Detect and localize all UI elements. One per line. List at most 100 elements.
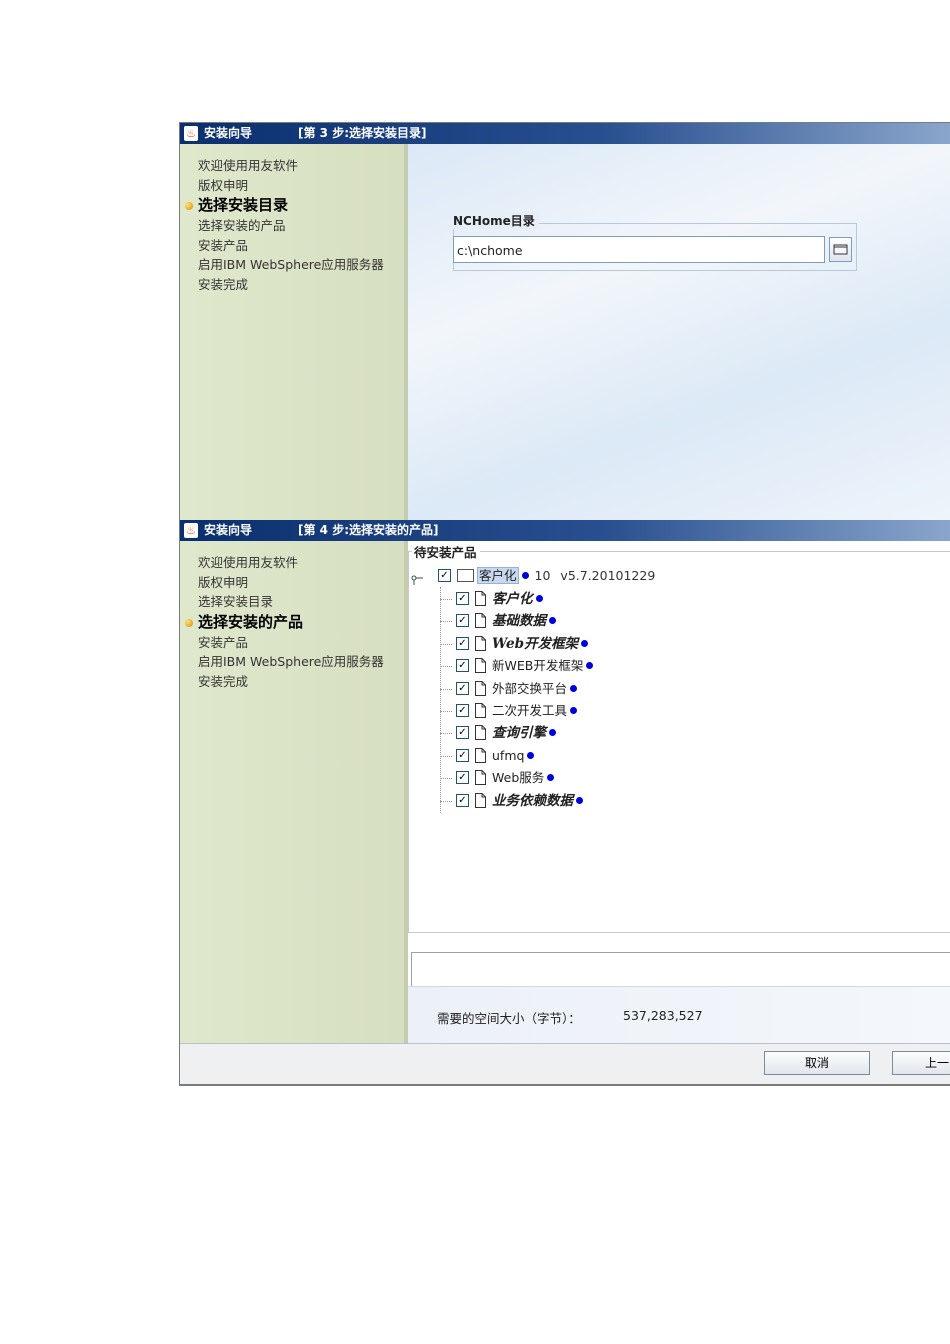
status-dot-icon: [547, 774, 555, 782]
product-checkbox[interactable]: ✓: [456, 614, 469, 628]
tree-connector-line: [440, 621, 452, 623]
step-welcome: 欢迎使用用友软件: [198, 158, 299, 173]
status-dot-icon: [570, 684, 578, 692]
installer-window-step3: ♨ 安装向导 [第 3 步:选择安装目录] 欢迎使用用友软件 版权申明 选择安装…: [179, 122, 950, 520]
product-checkbox[interactable]: ✓: [456, 681, 469, 695]
tree-item-label: 业务依赖数据: [492, 792, 573, 809]
tree-connector-line: [440, 666, 452, 668]
prev-button[interactable]: 上一: [892, 1051, 950, 1075]
step-label: 选择安装目录: [198, 196, 289, 214]
tree-item[interactable]: ✓ Web开发框架: [456, 634, 589, 654]
step-select-dir: 选择安装目录: [198, 594, 274, 609]
product-checkbox[interactable]: ✓: [456, 592, 469, 605]
tree-root-node[interactable]: ✓ 客户化 10 v5.7.20101229: [438, 566, 655, 586]
tree-item-label: 查询引擎: [492, 725, 546, 742]
step-copyright: 版权申明: [198, 177, 249, 193]
document-icon: [475, 613, 486, 629]
tree-item-label: Web服务: [492, 770, 545, 786]
status-dot-icon: [527, 751, 535, 759]
product-checkbox[interactable]: ✓: [456, 748, 469, 762]
tree-item-label: 新WEB开发框架: [492, 658, 584, 674]
cancel-button[interactable]: 取消: [764, 1051, 870, 1075]
tree-item-label: 基础数据: [492, 613, 546, 630]
step-select-products: 选择安装的产品: [198, 218, 286, 233]
steps-list: 欢迎使用用友软件 版权申明 选择安装目录 选择安装的产品 安装产品 启用IBM …: [185, 553, 384, 691]
active-step-bullet-icon: [185, 618, 193, 627]
tree-root-count: 10: [534, 568, 551, 583]
tree-connector-line: [440, 755, 452, 757]
steps-sidebar: 欢迎使用用友软件 版权申明 选择安装目录 选择安装的产品 安装产品 启用IBM …: [180, 144, 408, 520]
document-icon: [475, 747, 486, 763]
title-bar: ♨ 安装向导 [第 3 步:选择安装目录]: [180, 123, 950, 144]
document-icon: [475, 770, 486, 786]
step-websphere: 启用IBM WebSphere应用服务器: [198, 654, 384, 669]
document-icon: [475, 635, 486, 651]
app-title: 安装向导: [204, 523, 253, 537]
step-copyright: 版权申明: [198, 574, 249, 590]
tree-item[interactable]: ✓ 基础数据: [456, 611, 556, 631]
tree-item[interactable]: ✓ 查询引擎: [456, 723, 556, 743]
status-dot-icon: [549, 729, 556, 737]
tree-root-version: v5.7.20101229: [560, 568, 656, 583]
status-dot-icon: [570, 707, 578, 714]
status-dot-icon: [581, 639, 589, 647]
content-panel: NCHome目录 c:\nchome: [408, 144, 950, 520]
button-bar: 取消 上一: [180, 1043, 950, 1084]
app-title: 安装向导: [204, 126, 253, 140]
status-dot-icon: [576, 796, 583, 804]
space-required-row: 需要的空间大小（字节）： 537,283,527: [408, 986, 950, 1044]
product-panel: 待安装产品 ✓ 客户化 10 v5.7.20101229 ✓ 客户化 ✓ 基础数据 ✓ Web开…: [408, 541, 950, 1043]
tree-item[interactable]: ✓ 二次开发工具: [456, 701, 578, 721]
tree-item[interactable]: ✓ 新WEB开发框架: [456, 656, 594, 676]
tree-item[interactable]: ✓ 客户化: [456, 589, 543, 609]
steps-sidebar: 欢迎使用用友软件 版权申明 选择安装目录 选择安装的产品 安装产品 启用IBM …: [180, 541, 408, 1043]
tree-expand-handle-icon[interactable]: [411, 575, 423, 585]
tree-item[interactable]: ✓ 业务依赖数据: [456, 791, 583, 811]
tree-item[interactable]: ✓ 外部交换平台: [456, 679, 578, 699]
tree-connector-line: [440, 711, 452, 712]
status-dot-icon: [586, 662, 594, 670]
folder-icon: [457, 569, 474, 582]
step-install: 安装产品: [198, 237, 249, 253]
installer-window-step4: ♨ 安装向导 [第 4 步:选择安装的产品] 欢迎使用用友软件 版权申明 选择安…: [179, 520, 950, 1086]
product-checkbox[interactable]: ✓: [456, 726, 469, 740]
title-bar: ♨ 安装向导 [第 4 步:选择安装的产品]: [180, 520, 950, 541]
document-icon: [475, 658, 486, 674]
products-group-title: 待安装产品: [412, 542, 480, 561]
tree-root-label: 客户化: [477, 567, 519, 584]
document-icon: [475, 792, 486, 808]
step-finish: 安装完成: [198, 276, 249, 292]
java-app-icon: ♨: [184, 523, 198, 538]
document-icon: [475, 680, 486, 696]
tree-item-label: ufmq: [492, 747, 525, 763]
tree-connector-line: [440, 733, 452, 735]
browse-folder-button[interactable]: [829, 237, 852, 262]
step-label: 选择安装的产品: [198, 612, 304, 631]
nchome-path-input[interactable]: c:\nchome: [453, 236, 825, 263]
tree-item-label: Web开发框架: [492, 635, 579, 652]
status-dot-icon: [535, 595, 543, 602]
step-title: [第 3 步:选择安装目录]: [298, 126, 427, 140]
nchome-group-title: NCHome目录: [453, 212, 539, 229]
step-select-products-active: 选择安装的产品: [185, 612, 384, 633]
tree-connector-line: [440, 800, 452, 802]
tree-item-label: 二次开发工具: [492, 703, 568, 718]
product-checkbox[interactable]: ✓: [456, 659, 469, 673]
root-checkbox[interactable]: ✓: [438, 569, 451, 582]
document-icon: [475, 591, 486, 606]
status-dot-icon: [549, 617, 556, 625]
step-install: 安装产品: [198, 634, 249, 650]
tree-item[interactable]: ✓ ufmq: [456, 746, 535, 766]
active-step-bullet-icon: [185, 202, 193, 210]
product-checkbox[interactable]: ✓: [456, 636, 469, 650]
tree-item[interactable]: ✓ Web服务: [456, 768, 555, 788]
product-checkbox[interactable]: ✓: [456, 771, 469, 785]
step-finish: 安装完成: [198, 673, 249, 689]
space-required-label: 需要的空间大小（字节）：: [437, 1011, 581, 1026]
tree-connector-line: [440, 778, 452, 780]
product-checkbox[interactable]: ✓: [456, 793, 469, 807]
step-websphere: 启用IBM WebSphere应用服务器: [198, 257, 384, 272]
status-dot-icon: [521, 572, 529, 579]
step-title: [第 4 步:选择安装的产品]: [298, 523, 439, 537]
product-checkbox[interactable]: ✓: [456, 704, 469, 717]
